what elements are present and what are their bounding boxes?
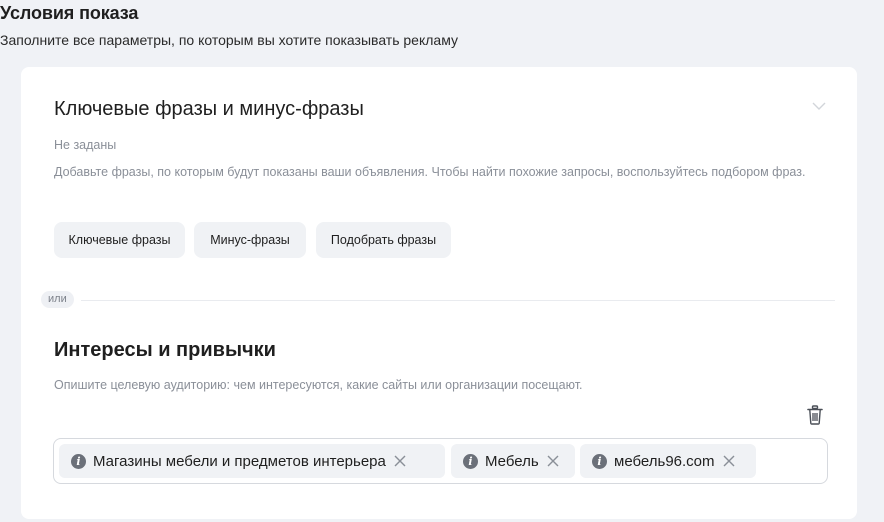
interest-tag: i Мебель xyxy=(451,444,575,478)
interest-tag-label: мебель96.com xyxy=(614,452,715,470)
interests-tag-field[interactable]: i Магазины мебели и предметов интерьера … xyxy=(53,438,828,484)
info-icon[interactable]: i xyxy=(463,453,478,469)
close-icon[interactable] xyxy=(547,455,559,467)
display-conditions-card: Ключевые фразы и минус-фразы Не заданы Д… xyxy=(21,67,857,519)
close-icon[interactable] xyxy=(394,455,406,467)
interest-tag-label: Магазины мебели и предметов интерьера xyxy=(93,452,386,470)
trash-icon[interactable] xyxy=(807,405,823,425)
chevron-down-icon[interactable] xyxy=(811,100,827,112)
interests-description: Опишите целевую аудиторию: чем интересую… xyxy=(54,378,583,392)
interests-section-title: Интересы и привычки xyxy=(54,339,276,361)
interest-tag-label: Мебель xyxy=(485,452,539,470)
keywords-description: Добавьте фразы, по которым будут показан… xyxy=(54,165,806,179)
keywords-status: Не заданы xyxy=(54,138,117,152)
keywords-button[interactable]: Ключевые фразы xyxy=(54,222,185,258)
close-icon[interactable] xyxy=(723,455,735,467)
info-icon[interactable]: i xyxy=(592,453,607,469)
minus-keywords-button[interactable]: Минус-фразы xyxy=(194,222,306,258)
divider-line xyxy=(81,300,835,301)
page-subtitle: Заполните все параметры, по которым вы х… xyxy=(0,32,458,48)
info-icon[interactable]: i xyxy=(71,453,86,469)
keywords-section-title: Ключевые фразы и минус-фразы xyxy=(54,98,364,120)
page-title: Условия показа xyxy=(0,3,139,23)
interest-tag: i мебель96.com xyxy=(580,444,756,478)
interest-tag: i Магазины мебели и предметов интерьера xyxy=(59,444,445,478)
or-divider-label: или xyxy=(41,291,74,308)
pick-keywords-button[interactable]: Подобрать фразы xyxy=(316,222,451,258)
